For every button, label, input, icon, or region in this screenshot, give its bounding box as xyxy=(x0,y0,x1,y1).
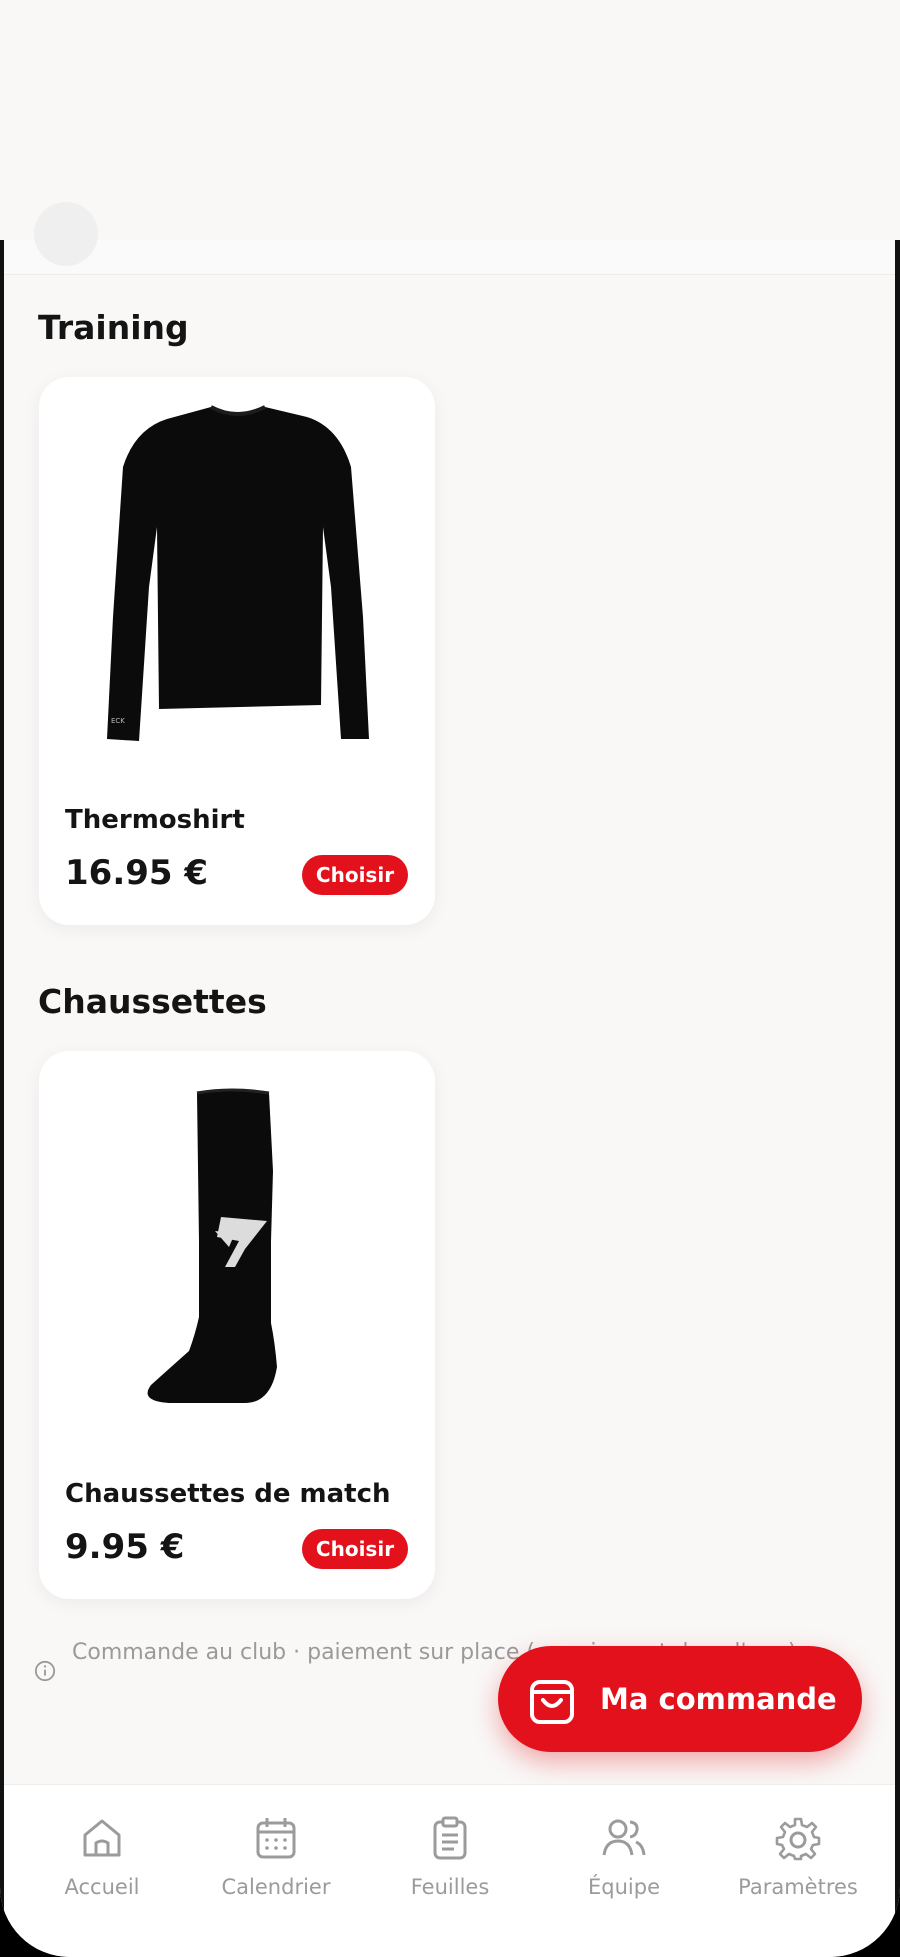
app-screen: Training ECK Thermoshirt 16.95 € Choisir… xyxy=(0,0,900,1957)
info-icon xyxy=(34,1660,56,1682)
my-order-label: Ma commande xyxy=(600,1682,837,1716)
product-card-chaussettes[interactable]: Chaussettes de match 9.95 € Choisir xyxy=(39,1051,435,1599)
home-icon xyxy=(83,1819,121,1857)
product-price: 16.95 € xyxy=(65,853,209,893)
nav-item-parametres[interactable]: Paramètres xyxy=(718,1815,878,1899)
nav-label: Calendrier xyxy=(221,1875,331,1899)
nav-item-feuilles[interactable]: Feuilles xyxy=(370,1815,530,1899)
nav-item-calendrier[interactable]: Calendrier xyxy=(196,1815,356,1899)
thermoshirt-image: ECK xyxy=(107,405,369,741)
nav-label: Équipe xyxy=(588,1875,660,1899)
nav-item-accueil[interactable]: Accueil xyxy=(22,1815,182,1899)
calendar-icon xyxy=(256,1818,296,1859)
avatar[interactable] xyxy=(34,202,98,266)
sub-header xyxy=(4,202,895,275)
product-price: 9.95 € xyxy=(65,1527,185,1567)
device-frame-right xyxy=(895,240,900,1957)
clipboard-icon xyxy=(433,1816,467,1860)
product-name: Chaussettes de match xyxy=(65,1479,391,1509)
nav-label: Feuilles xyxy=(410,1875,490,1899)
my-order-button[interactable]: Ma commande xyxy=(498,1646,862,1752)
nav-label: Paramètres xyxy=(738,1875,858,1899)
gear-icon xyxy=(775,1817,821,1861)
nav-item-equipe[interactable]: Équipe xyxy=(544,1815,704,1899)
sock-image xyxy=(147,1088,277,1403)
device-frame-left xyxy=(0,240,4,1957)
shopping-bag-icon xyxy=(530,1680,574,1724)
nav-label: Accueil xyxy=(64,1875,140,1899)
section-title-training: Training xyxy=(38,308,189,347)
svg-text:ECK: ECK xyxy=(111,717,125,725)
product-card-thermoshirt[interactable]: ECK Thermoshirt 16.95 € Choisir xyxy=(39,377,435,925)
product-name: Thermoshirt xyxy=(65,805,245,835)
bottom-navigation: Accueil Calendrier Feuilles Équipe Param… xyxy=(4,1784,895,1957)
team-icon xyxy=(602,1819,646,1856)
section-title-chaussettes: Chaussettes xyxy=(38,982,267,1021)
top-blank-area xyxy=(0,0,900,240)
choose-button[interactable]: Choisir xyxy=(302,855,408,895)
choose-button[interactable]: Choisir xyxy=(302,1529,408,1569)
